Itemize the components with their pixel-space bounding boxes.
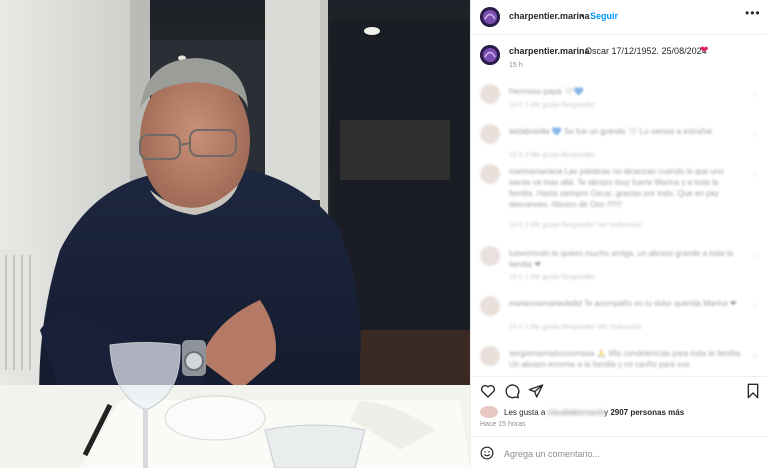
likes-conjunction: y [604, 408, 609, 417]
caption-time: 15 h [509, 62, 523, 69]
comment-text: marinamariana Las palabras no alcanzan c… [509, 167, 724, 209]
comments-list: Hermoso papá 🤍💙 15 h 1 Me gusta Responde… [471, 76, 767, 376]
avatar[interactable] [480, 246, 500, 266]
caption-text: Oscar 17/12/1952. 25/08/2024 [585, 46, 707, 56]
comment-meta: 15 h 1 Me gusta Responder [509, 102, 596, 109]
heart-icon[interactable] [480, 383, 496, 399]
avatar[interactable] [480, 124, 500, 144]
like-comment-icon[interactable]: ♡ [752, 303, 758, 311]
emoji-icon[interactable] [480, 446, 494, 460]
avatar[interactable] [480, 296, 500, 316]
like-comment-icon[interactable]: ♡ [752, 353, 758, 361]
liker-name[interactable]: claudiaborrascb [548, 408, 604, 417]
post-timestamp: Hace 15 horas [480, 421, 526, 428]
caption-avatar[interactable] [480, 45, 500, 65]
like-comment-icon[interactable]: ♡ [752, 131, 758, 139]
likes-summary: Les gusta a claudiaborrascby 2907 person… [504, 408, 684, 417]
heart-emoji: ❤ [700, 45, 709, 56]
more-horizontal-icon[interactable]: ••• [745, 6, 761, 20]
comment-icon[interactable] [504, 383, 520, 399]
like-comment-icon[interactable]: ♡ [752, 91, 758, 99]
add-comment-bar: Agrega un comentario... [471, 436, 767, 468]
comment-meta: 15 h 2 Me gusta Responder Ver traducción [509, 222, 643, 229]
comment-text: sergiomamadozusmaaa 🙏 Mis condolencias p… [509, 349, 743, 369]
comment-text: Hermoso papá 🤍💙 [509, 87, 584, 96]
likes-count[interactable]: 2907 personas más [610, 408, 684, 417]
bookmark-icon[interactable] [745, 383, 761, 399]
comment-meta: 15 h 1 Me gusta Responder [509, 274, 596, 281]
post-photo [0, 0, 470, 468]
comment-meta: 15 h 3 Me gusta Responder [509, 152, 596, 159]
like-comment-icon[interactable]: ♡ [752, 171, 758, 179]
avatar[interactable] [480, 164, 500, 184]
comment-text: luisemmolo te quiero mucho amiga, un abr… [509, 249, 734, 269]
share-icon[interactable] [528, 383, 544, 399]
like-comment-icon[interactable]: ♡ [752, 253, 758, 261]
comment-input[interactable]: Agrega un comentario... [504, 449, 600, 459]
username-link[interactable]: charpentier.marina [509, 11, 590, 21]
avatar[interactable] [480, 84, 500, 104]
caption-username[interactable]: charpentier.marina [509, 46, 590, 56]
separator-dot: • [581, 11, 585, 21]
comment-text: laidabotella 💙 Se fue un grande 🤍 Lo vam… [509, 127, 713, 136]
comment-meta: 15 h 1 Me gusta Responder Ver traducción [509, 324, 643, 331]
follow-button[interactable]: Seguir [590, 11, 618, 21]
comment-text: mariannamariavbdtd Te acompaño en tu dol… [509, 299, 737, 308]
avatar[interactable] [480, 346, 500, 366]
likes-prefix: Les gusta a [504, 408, 546, 417]
liker-avatar[interactable] [480, 406, 498, 418]
post-details-panel: charpentier.marina • Seguir ••• charpent… [470, 0, 767, 468]
post-actions-bar [471, 376, 767, 404]
post-header: charpentier.marina • Seguir ••• [471, 0, 767, 35]
avatar[interactable] [480, 7, 500, 27]
